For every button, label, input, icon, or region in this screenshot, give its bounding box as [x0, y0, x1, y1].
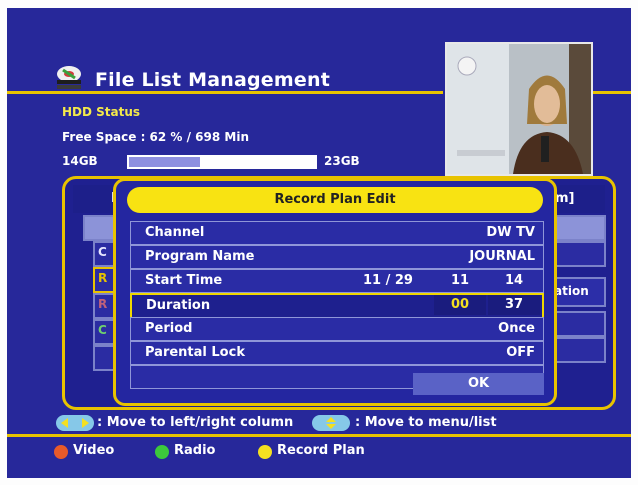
start-minute-field[interactable]: 14	[505, 273, 523, 288]
list-item-label: C	[98, 323, 107, 337]
capacity-min-label: 14GB	[62, 154, 98, 168]
start-time-row[interactable]: Start Time 11 / 29 11 14	[130, 269, 544, 293]
legend-radio[interactable]: Radio	[174, 443, 215, 458]
hdd-status-panel: HDD Status Free Space : 62 % / 698 Min 1…	[62, 105, 442, 175]
duration-hours-field[interactable]: 00	[434, 295, 486, 315]
duration-row[interactable]: Duration 00 37	[130, 293, 544, 319]
period-row[interactable]: Period Once	[130, 317, 544, 341]
right-menu-item[interactable]: ation	[550, 277, 606, 307]
right-menu-item[interactable]	[550, 241, 606, 267]
program-name-row[interactable]: Program Name JOURNAL	[130, 245, 544, 269]
hdd-status-label: HDD Status	[62, 105, 141, 119]
up-down-arrows-icon	[312, 415, 350, 431]
help-menu-list-text: : Move to menu/list	[355, 415, 497, 430]
period-value: Once	[498, 321, 535, 336]
program-name-value: JOURNAL	[469, 249, 535, 264]
page-title: File List Management	[95, 69, 330, 91]
channel-row[interactable]: Channel DW TV	[130, 221, 544, 245]
video-preview	[445, 42, 593, 176]
ok-button[interactable]: OK	[413, 373, 544, 395]
list-item-label: R	[98, 271, 108, 285]
help-left-right-text: : Move to left/right column	[97, 415, 294, 430]
capacity-max-label: 23GB	[324, 154, 360, 168]
header-top-line-right	[591, 91, 631, 94]
start-time-label: Start Time	[145, 273, 223, 288]
video-red-button-icon	[54, 445, 68, 459]
channel-label: Channel	[145, 225, 205, 240]
start-date-field[interactable]: 11 / 29	[363, 273, 413, 288]
list-tab-right[interactable]: m]	[555, 185, 605, 213]
record-plan-yellow-button-icon	[258, 445, 272, 459]
channel-value: DW TV	[486, 225, 535, 240]
dialog-title: Record Plan Edit	[127, 187, 543, 213]
parental-lock-value: OFF	[506, 345, 535, 360]
right-menu-item-label: ation	[554, 284, 589, 298]
period-label: Period	[145, 321, 193, 336]
list-tab-left[interactable]: F	[73, 185, 120, 213]
list-tab-right-label: m]	[555, 191, 575, 206]
footer-line	[7, 434, 631, 437]
program-name-label: Program Name	[145, 249, 255, 264]
free-space-text: Free Space : 62 % / 698 Min	[62, 130, 250, 144]
list-item-label: R	[98, 297, 108, 311]
list-item-label: C	[98, 245, 107, 259]
right-menu-item[interactable]	[550, 337, 606, 363]
left-right-arrows-icon	[56, 415, 94, 431]
radio-green-button-icon	[155, 445, 169, 459]
hdd-usage-bar-fill	[129, 157, 200, 167]
duration-minutes-field[interactable]: 37	[488, 295, 540, 315]
duration-label: Duration	[146, 298, 211, 313]
right-menu-item[interactable]	[550, 215, 606, 241]
right-menu-item[interactable]	[550, 311, 606, 337]
legend-record-plan[interactable]: Record Plan	[277, 443, 365, 458]
hdd-usage-bar	[127, 155, 317, 169]
parental-lock-label: Parental Lock	[145, 345, 245, 360]
record-plan-edit-dialog: Record Plan Edit Channel DW TV Program N…	[113, 178, 557, 406]
start-hour-field[interactable]: 11	[451, 273, 469, 288]
disk-stack-icon	[53, 65, 85, 93]
tv-screen: File List Management HDD Status Free Spa…	[7, 8, 631, 478]
parental-lock-row[interactable]: Parental Lock OFF	[130, 341, 544, 365]
legend-video[interactable]: Video	[73, 443, 114, 458]
